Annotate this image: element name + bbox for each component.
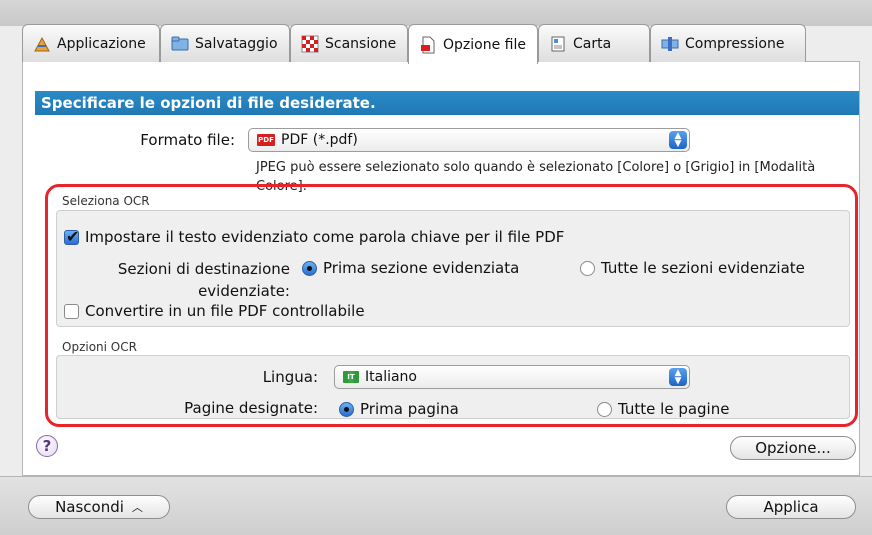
language-label: Lingua: (262, 368, 318, 386)
tab-scan[interactable]: Scansione (290, 24, 408, 62)
tab-save[interactable]: Salvataggio (160, 24, 290, 62)
apply-button[interactable]: Applica (726, 495, 856, 519)
file-format-note: JPEG può essere selezionato solo quando … (256, 160, 816, 194)
select-ocr-title: Seleziona OCR (62, 194, 154, 208)
tab-compression[interactable]: Compressione (650, 24, 806, 62)
language-value: Italiano (365, 369, 417, 385)
section-banner: Specificare le opzioni di file desiderat… (35, 91, 859, 115)
scan-icon (301, 35, 319, 53)
pdf-icon: PDF (257, 134, 275, 146)
radio-all-pages[interactable]: Tutte le pagine (597, 400, 729, 418)
file-format-value: PDF (*.pdf) (281, 132, 358, 148)
target-sections-label: Sezioni di destinazione evidenziate: (117, 260, 290, 300)
tab-label: Opzione file (443, 36, 526, 53)
keyword-checkbox-label: Impostare il testo evidenziato come paro… (85, 228, 565, 246)
radio-unselected-icon (597, 401, 612, 417)
searchable-pdf-label: Convertire in un file PDF controllabile (85, 302, 365, 320)
settings-window: Applicazione Salvataggio Scansione Opzio… (0, 0, 872, 535)
file-format-select[interactable]: PDF PDF (*.pdf) ▲ ▼ (248, 128, 690, 152)
searchable-pdf-checkbox[interactable]: Convertire in un file PDF controllabile (64, 302, 365, 320)
radio-all-pages-label: Tutte le pagine (618, 400, 730, 418)
file-option-icon (419, 36, 437, 54)
chevron-updown-icon: ▲ ▼ (669, 131, 687, 149)
file-format-label: Formato file: (140, 131, 235, 149)
radio-first-section-label: Prima sezione evidenziata (323, 259, 520, 277)
radio-all-sections-label: Tutte le sezioni evidenziate (601, 259, 805, 277)
chevron-up-icon: ︿ (131, 501, 143, 514)
tab-label: Scansione (325, 35, 397, 52)
checkbox-checked-icon (64, 227, 79, 246)
radio-first-section[interactable]: Prima sezione evidenziata (302, 259, 519, 277)
ocr-options-title: Opzioni OCR (62, 340, 137, 354)
help-icon[interactable]: ? (36, 435, 58, 457)
language-select[interactable]: IT Italiano ▲ ▼ (334, 365, 690, 389)
keyword-checkbox[interactable]: Impostare il testo evidenziato come paro… (64, 227, 565, 246)
designated-pages-label: Pagine designate: (184, 399, 318, 417)
radio-unselected-icon (580, 260, 595, 276)
option-button[interactable]: Opzione... (730, 436, 856, 460)
application-icon (33, 35, 51, 53)
tab-label: Compressione (685, 35, 785, 52)
radio-selected-icon (302, 260, 317, 276)
tab-label: Carta (573, 35, 612, 52)
radio-selected-icon (339, 401, 354, 417)
radio-all-sections[interactable]: Tutte le sezioni evidenziate (580, 259, 805, 277)
paper-icon (549, 35, 567, 53)
radio-first-page[interactable]: Prima pagina (339, 400, 459, 418)
hide-button[interactable]: Nascondi ︿ (28, 495, 170, 519)
window-header (0, 0, 872, 26)
tab-file-option[interactable]: Opzione file (408, 24, 538, 64)
compression-icon (661, 35, 679, 53)
hide-button-label: Nascondi (55, 498, 124, 516)
tab-paper[interactable]: Carta (538, 24, 650, 62)
checkbox-unchecked-icon (64, 303, 79, 319)
radio-first-page-label: Prima pagina (360, 400, 459, 418)
folder-icon (171, 35, 189, 53)
italy-flag-icon: IT (343, 371, 359, 383)
tab-label: Applicazione (57, 35, 146, 52)
tab-label: Salvataggio (195, 35, 278, 52)
chevron-updown-icon: ▲ ▼ (669, 368, 687, 386)
tab-application[interactable]: Applicazione (22, 24, 160, 62)
